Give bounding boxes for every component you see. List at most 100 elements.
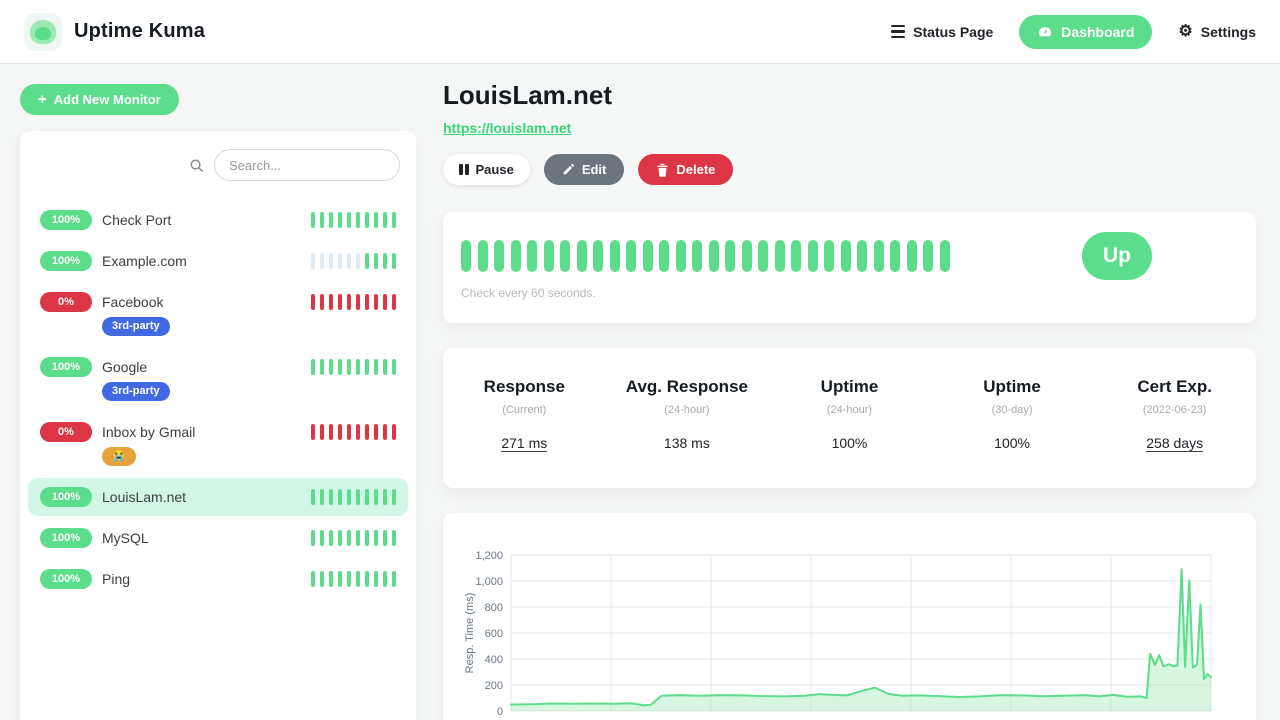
monitor-list: 100%Check Port100%Example.com0%Facebook3…: [20, 195, 416, 607]
heartbeat-up: [311, 530, 315, 546]
heartbeat-up: [841, 240, 851, 272]
monitor-list-item[interactable]: 100%Google3rd-party: [28, 348, 408, 410]
stat-column: Avg. Response(24-hour)138 ms: [606, 377, 769, 488]
heartbeat-down: [329, 294, 333, 310]
heartbeat-down: [383, 424, 387, 440]
nav-dashboard[interactable]: Dashboard: [1019, 15, 1152, 49]
heartbeat-up: [923, 240, 933, 272]
heartbeat-up: [494, 240, 504, 272]
heartbeat-up: [824, 240, 834, 272]
monitor-list-item[interactable]: 100%LouisLam.net: [28, 478, 408, 516]
stat-column: Response(Current)271 ms: [443, 377, 606, 488]
uptime-percent-badge: 100%: [40, 357, 92, 377]
heartbeat-empty: [356, 253, 360, 269]
heartbeat-up: [544, 240, 554, 272]
app-header: Uptime Kuma Status Page Dashboard ⚙ Sett…: [0, 0, 1280, 64]
monitor-list-item[interactable]: 100%MySQL: [28, 519, 408, 557]
heartbeat-down: [338, 294, 342, 310]
stat-value[interactable]: 271 ms: [501, 435, 547, 452]
uptime-kuma-logo-icon: [24, 13, 62, 51]
add-new-monitor-button[interactable]: + Add New Monitor: [20, 84, 179, 115]
heartbeat-empty: [311, 253, 315, 269]
nav-settings[interactable]: ⚙ Settings: [1178, 24, 1256, 40]
heartbeat-up: [320, 489, 324, 505]
heartbeat-down: [311, 424, 315, 440]
pause-button[interactable]: Pause: [443, 154, 530, 185]
monitor-heartbeat-bar: [311, 424, 396, 440]
monitor-tags: 3rd-party: [102, 317, 396, 336]
heartbeat-up: [356, 571, 360, 587]
heartbeat-up: [320, 571, 324, 587]
heartbeat-up: [577, 240, 587, 272]
heartbeat-up: [383, 359, 387, 375]
stats-card: Response(Current)271 msAvg. Response(24-…: [443, 348, 1256, 488]
monitor-list-item[interactable]: 0%Facebook3rd-party: [28, 283, 408, 345]
heartbeat-up: [374, 571, 378, 587]
heartbeat-up: [329, 359, 333, 375]
uptime-percent-badge: 0%: [40, 292, 92, 312]
search-input[interactable]: [214, 149, 400, 181]
chart-canvas: 02004006008001,0001,200Resp. Time (ms): [459, 541, 1229, 720]
heartbeat-up: [392, 212, 396, 228]
heartbeat-up: [347, 571, 351, 587]
heartbeat-up: [874, 240, 884, 272]
stat-title: Avg. Response: [606, 377, 769, 397]
monitor-heartbeat-bar: [311, 571, 396, 587]
monitor-list-item[interactable]: 100%Check Port: [28, 201, 408, 239]
tag-badge: 3rd-party: [102, 317, 170, 336]
monitor-list-item[interactable]: 0%Inbox by Gmail😭: [28, 413, 408, 475]
heartbeat-up: [643, 240, 653, 272]
heartbeat-up: [329, 530, 333, 546]
monitor-tags: 😭: [102, 447, 396, 466]
svg-text:1,200: 1,200: [475, 550, 503, 562]
heartbeat-up: [907, 240, 917, 272]
uptime-percent-badge: 100%: [40, 528, 92, 548]
stat-value[interactable]: 258 days: [1146, 435, 1203, 452]
svg-text:600: 600: [485, 628, 503, 640]
svg-text:800: 800: [485, 602, 503, 614]
delete-label: Delete: [676, 162, 715, 177]
nav-status-page[interactable]: Status Page: [891, 24, 993, 40]
action-buttons: Pause Edit Delete: [443, 154, 1256, 185]
heartbeat-up: [320, 359, 324, 375]
stat-subtitle: (2022-06-23): [1093, 404, 1256, 416]
heartbeat-down: [311, 294, 315, 310]
heartbeat-down: [356, 424, 360, 440]
heartbeat-down: [392, 424, 396, 440]
monitor-list-item[interactable]: 100%Ping: [28, 560, 408, 598]
heartbeat-up: [338, 212, 342, 228]
monitor-heartbeat-bar: [311, 253, 396, 269]
heartbeat-up: [329, 571, 333, 587]
heartbeat-down: [365, 424, 369, 440]
heartbeat-up: [338, 571, 342, 587]
tag-badge: 😭: [102, 447, 136, 466]
heartbeat-up: [478, 240, 488, 272]
stat-subtitle: (30-day): [931, 404, 1094, 416]
edit-button[interactable]: Edit: [544, 154, 625, 185]
monitor-list-item[interactable]: 100%Example.com: [28, 242, 408, 280]
gauge-icon: [1037, 24, 1053, 40]
monitor-tags: 3rd-party: [102, 382, 396, 401]
monitor-url-link[interactable]: https://louislam.net: [443, 120, 571, 136]
heartbeat-up: [374, 530, 378, 546]
plus-icon: +: [38, 92, 47, 107]
svg-text:0: 0: [497, 706, 503, 718]
stat-title: Uptime: [768, 377, 931, 397]
stat-value: 100%: [832, 435, 868, 451]
heartbeat-down: [320, 424, 324, 440]
pause-icon: [459, 164, 469, 175]
delete-button[interactable]: Delete: [638, 154, 733, 185]
heartbeat-up: [365, 530, 369, 546]
heartbeat-up: [311, 212, 315, 228]
add-monitor-label: Add New Monitor: [54, 92, 161, 107]
heartbeat-empty: [338, 253, 342, 269]
stat-value: 100%: [994, 435, 1030, 451]
heartbeat-up: [626, 240, 636, 272]
heartbeat-up: [347, 359, 351, 375]
heartbeat-up: [383, 489, 387, 505]
heartbeat-up: [709, 240, 719, 272]
monitor-name: Inbox by Gmail: [102, 424, 195, 440]
heartbeat-up: [775, 240, 785, 272]
heartbeat-up: [593, 240, 603, 272]
heartbeat-up: [347, 489, 351, 505]
